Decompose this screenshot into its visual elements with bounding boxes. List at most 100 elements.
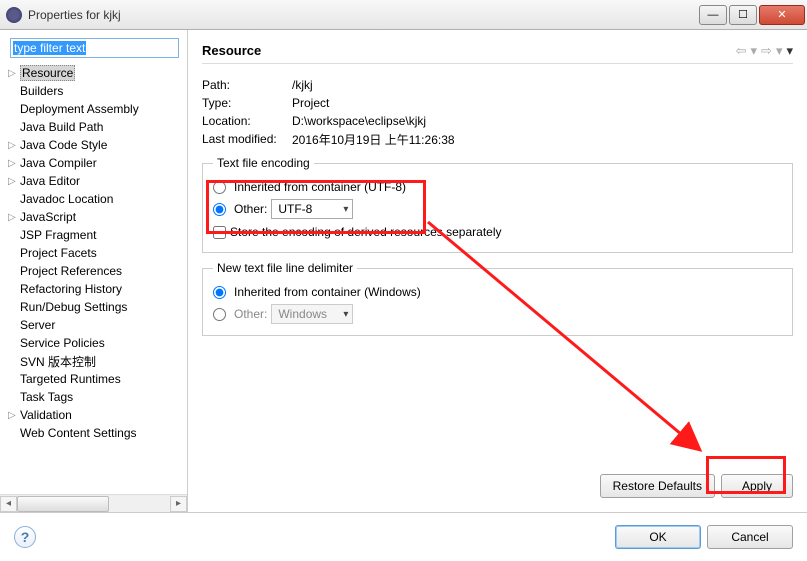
tree-item-label: Server	[20, 318, 55, 332]
chevron-down-icon: ▾	[343, 309, 348, 320]
scroll-right-icon[interactable]: ▸	[170, 496, 187, 512]
tree-item-label: Javadoc Location	[20, 192, 113, 206]
expander-icon[interactable]: ▷	[8, 176, 18, 187]
tree-item-label: Web Content Settings	[20, 426, 137, 440]
horizontal-scrollbar[interactable]: ◂ ▸	[0, 494, 187, 512]
cancel-button[interactable]: Cancel	[707, 525, 793, 549]
tree-item-label: JSP Fragment	[20, 228, 96, 242]
tree-item-label: Validation	[20, 408, 72, 422]
tree-item[interactable]: ▷JavaScript	[6, 208, 187, 226]
encoding-other-radio[interactable]	[213, 203, 226, 216]
tree-item[interactable]: Project References	[6, 262, 187, 280]
restore-defaults-button[interactable]: Restore Defaults	[600, 474, 715, 498]
tree-item[interactable]: Web Content Settings	[6, 424, 187, 442]
tree-item[interactable]: Run/Debug Settings	[6, 298, 187, 316]
tree-item-label: Resource	[20, 65, 75, 81]
store-derived-checkbox[interactable]	[213, 226, 226, 239]
ok-button[interactable]: OK	[615, 525, 701, 549]
path-value: /kjkj	[292, 78, 313, 92]
store-derived-label: Store the encoding of derived resources …	[230, 225, 502, 239]
location-label: Location:	[202, 114, 292, 128]
help-icon[interactable]: ?	[14, 526, 36, 548]
minimize-button[interactable]: —	[699, 5, 727, 25]
delimiter-other-radio[interactable]	[213, 308, 226, 321]
property-tree[interactable]: ▷ResourceBuildersDeployment AssemblyJava…	[0, 64, 187, 494]
resource-info: Path: /kjkj Type: Project Location: D:\w…	[202, 76, 793, 148]
delimiter-dropdown-value: Windows	[278, 307, 327, 321]
ok-label: OK	[649, 530, 666, 544]
filter-input[interactable]: type filter text	[10, 38, 179, 58]
tree-item[interactable]: Builders	[6, 82, 187, 100]
back-icon[interactable]: ⇦	[736, 43, 747, 59]
apply-label: Apply	[742, 479, 772, 493]
delimiter-other-label: Other:	[234, 307, 267, 321]
expander-icon[interactable]: ▷	[8, 68, 18, 79]
delimiter-dropdown: Windows ▾	[271, 304, 353, 324]
tree-item[interactable]: Javadoc Location	[6, 190, 187, 208]
tree-item[interactable]: Refactoring History	[6, 280, 187, 298]
tree-item[interactable]: ▷Java Code Style	[6, 136, 187, 154]
tree-item-label: SVN 版本控制	[20, 353, 96, 370]
back-menu-icon[interactable]: ▾	[751, 43, 758, 59]
tree-item-label: JavaScript	[20, 210, 76, 224]
main-panel: Resource ⇦ ▾ ⇨ ▾ ▾ Path: /kjkj Type: Pro…	[188, 30, 807, 512]
nav-arrows: ⇦ ▾ ⇨ ▾ ▾	[736, 43, 793, 59]
tree-item[interactable]: ▷Java Compiler	[6, 154, 187, 172]
tree-item[interactable]: Project Facets	[6, 244, 187, 262]
encoding-other-label: Other:	[234, 202, 267, 216]
maximize-button[interactable]: ☐	[729, 5, 757, 25]
delimiter-legend: New text file line delimiter	[213, 261, 357, 275]
close-button[interactable]: ✕	[759, 5, 805, 25]
scroll-thumb[interactable]	[17, 496, 109, 512]
forward-menu-icon[interactable]: ▾	[776, 43, 783, 59]
tree-item[interactable]: Server	[6, 316, 187, 334]
expander-icon[interactable]: ▷	[8, 212, 18, 223]
tree-item[interactable]: ▷Validation	[6, 406, 187, 424]
tree-item-label: Java Build Path	[20, 120, 103, 134]
cancel-label: Cancel	[731, 530, 768, 544]
encoding-inherited-radio[interactable]	[213, 181, 226, 194]
expander-icon[interactable]: ▷	[8, 410, 18, 421]
expander-icon[interactable]: ▷	[8, 140, 18, 151]
window-title: Properties for kjkj	[28, 8, 697, 22]
tree-item-label: Builders	[20, 84, 63, 98]
modified-value: 2016年10月19日 上午11:26:38	[292, 131, 455, 148]
path-label: Path:	[202, 78, 292, 92]
encoding-inherited-label: Inherited from container (UTF-8)	[234, 180, 406, 194]
expander-icon[interactable]: ▷	[8, 158, 18, 169]
apply-button[interactable]: Apply	[721, 474, 793, 498]
tree-item[interactable]: SVN 版本控制	[6, 352, 187, 370]
type-label: Type:	[202, 96, 292, 110]
tree-item[interactable]: Deployment Assembly	[6, 100, 187, 118]
tree-item[interactable]: Task Tags	[6, 388, 187, 406]
tree-item-label: Task Tags	[20, 390, 73, 404]
tree-item[interactable]: JSP Fragment	[6, 226, 187, 244]
tree-item[interactable]: Service Policies	[6, 334, 187, 352]
modified-label: Last modified:	[202, 132, 292, 146]
tree-item-label: Service Policies	[20, 336, 105, 350]
forward-icon[interactable]: ⇨	[761, 43, 772, 59]
encoding-legend: Text file encoding	[213, 156, 314, 170]
scroll-left-icon[interactable]: ◂	[0, 496, 17, 512]
delimiter-group: New text file line delimiter Inherited f…	[202, 261, 793, 336]
tree-item[interactable]: Targeted Runtimes	[6, 370, 187, 388]
delimiter-inherited-label: Inherited from container (Windows)	[234, 285, 421, 299]
tree-item[interactable]: Java Build Path	[6, 118, 187, 136]
tree-item[interactable]: ▷Java Editor	[6, 172, 187, 190]
dialog-footer: ? OK Cancel	[0, 513, 807, 561]
sidebar: type filter text ▷ResourceBuildersDeploy…	[0, 30, 188, 512]
tree-item-label: Run/Debug Settings	[20, 300, 127, 314]
type-value: Project	[292, 96, 329, 110]
tree-item-label: Java Editor	[20, 174, 80, 188]
tree-item-label: Project References	[20, 264, 122, 278]
page-title: Resource	[202, 43, 736, 58]
encoding-dropdown[interactable]: UTF-8 ▾	[271, 199, 353, 219]
tree-item[interactable]: ▷Resource	[6, 64, 187, 82]
tree-item-label: Java Compiler	[20, 156, 97, 170]
tree-item-label: Targeted Runtimes	[20, 372, 121, 386]
menu-icon[interactable]: ▾	[786, 43, 793, 59]
restore-defaults-label: Restore Defaults	[613, 479, 702, 493]
tree-item-label: Java Code Style	[20, 138, 107, 152]
delimiter-inherited-radio[interactable]	[213, 286, 226, 299]
chevron-down-icon: ▾	[343, 204, 348, 215]
